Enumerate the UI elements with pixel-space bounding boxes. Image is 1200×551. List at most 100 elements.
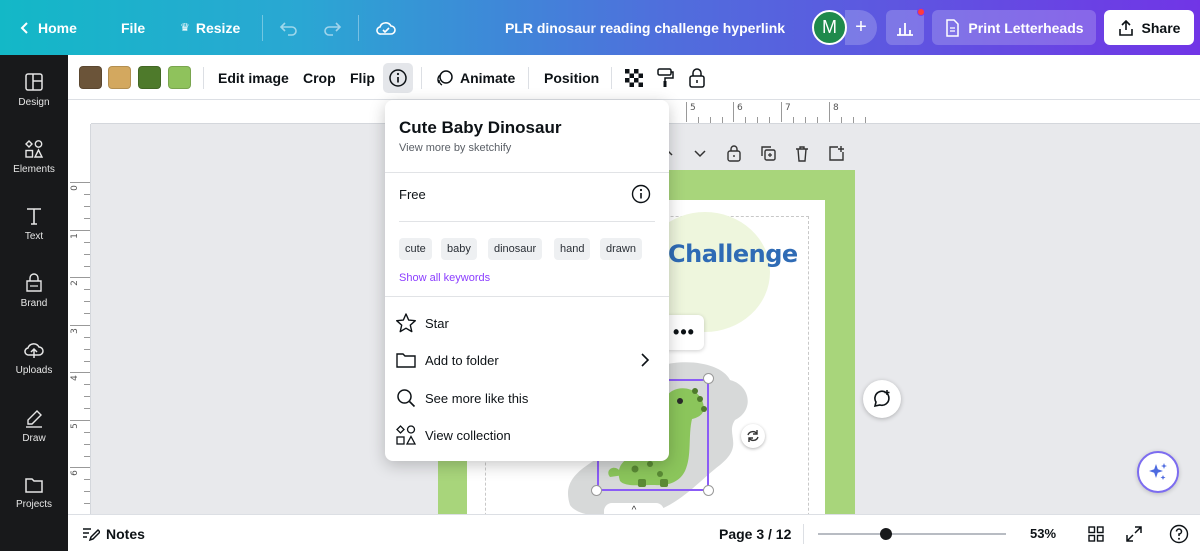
home-label: Home	[38, 19, 77, 36]
trash-icon	[796, 145, 808, 162]
position-button[interactable]: Position	[544, 55, 599, 100]
redo-button[interactable]	[322, 0, 342, 55]
keyword-chip[interactable]: drawn	[600, 238, 642, 260]
zoom-level[interactable]: 53%	[1030, 515, 1056, 551]
zoom-slider[interactable]	[818, 533, 1006, 535]
resize-handle[interactable]	[703, 373, 714, 384]
lock-button[interactable]	[688, 55, 706, 100]
ruler-label: 4	[69, 375, 80, 381]
comment-plus-icon	[873, 390, 890, 408]
move-down-button[interactable]	[692, 142, 708, 164]
sidebar-item-brand[interactable]: Brand	[0, 261, 68, 321]
print-letterheads-button[interactable]: Print Letterheads	[932, 10, 1096, 45]
animate-icon	[437, 69, 453, 86]
document-title[interactable]: PLR dinosaur reading challenge hyperlink	[500, 0, 790, 55]
info-button[interactable]	[383, 63, 413, 93]
bar-chart-icon	[897, 22, 913, 36]
print-label: Print Letterheads	[968, 19, 1084, 36]
sidebar-item-elements[interactable]: Elements	[0, 127, 68, 187]
fullscreen-button[interactable]	[1123, 523, 1145, 545]
ruler-minor-tick	[865, 117, 866, 123]
ruler-minor-tick	[84, 253, 90, 255]
grid-view-button[interactable]	[1085, 523, 1107, 545]
divider	[528, 67, 529, 89]
divider	[203, 67, 204, 89]
page-heading-text[interactable]: Challenge	[668, 240, 798, 268]
top-bar: Home File ♛ Resize PLR dinosaur reading …	[0, 0, 1200, 55]
copy-style-button[interactable]	[656, 55, 674, 100]
ruler-label: 1	[69, 232, 80, 239]
ruler-minor-tick	[84, 301, 90, 302]
animate-button[interactable]: Animate	[436, 55, 515, 100]
share-button[interactable]: Share	[1104, 10, 1194, 45]
color-swatch[interactable]	[168, 66, 191, 89]
crop-button[interactable]: Crop	[303, 55, 336, 100]
resize-handle[interactable]	[591, 485, 602, 496]
ruler-minor-tick	[805, 117, 806, 123]
page-indicator[interactable]: Page 3 / 12	[719, 515, 791, 551]
more-options-button[interactable]: •••	[664, 315, 704, 350]
see-more-like-this-action[interactable]: See more like this	[395, 381, 659, 415]
ruler-minor-tick	[84, 443, 90, 445]
ruler-minor-tick	[84, 336, 90, 338]
ruler-label: 3	[69, 327, 80, 334]
ruler-minor-tick	[757, 117, 758, 123]
transparency-button[interactable]	[624, 55, 644, 100]
sidebar-item-design[interactable]: Design	[0, 60, 68, 120]
sidebar-item-text[interactable]: Text	[0, 194, 68, 254]
share-label: Share	[1141, 19, 1181, 36]
ruler-label: 2	[69, 280, 80, 286]
file-menu-button[interactable]: File	[121, 0, 145, 55]
magic-assistant-button[interactable]	[1137, 451, 1179, 493]
add-collaborator-button[interactable]: +	[845, 10, 877, 45]
home-button[interactable]: Home	[18, 0, 77, 55]
show-all-keywords-link[interactable]: Show all keywords	[399, 272, 490, 284]
edit-image-button[interactable]: Edit image	[218, 55, 289, 100]
sparkles-icon	[1149, 463, 1167, 480]
ruler-minor-tick	[84, 289, 90, 290]
add-comment-button[interactable]	[863, 380, 901, 418]
add-page-button[interactable]	[828, 142, 845, 164]
action-label: Add to folder	[425, 352, 499, 368]
color-swatch[interactable]	[79, 66, 102, 89]
info-icon	[389, 69, 407, 87]
resize-button[interactable]: ♛ Resize	[180, 0, 240, 55]
help-icon	[1169, 524, 1189, 544]
delete-page-button[interactable]	[794, 142, 810, 164]
sidebar-item-projects[interactable]: Projects	[0, 463, 68, 523]
undo-button[interactable]	[279, 0, 299, 55]
ruler-label: 5	[69, 422, 80, 429]
keyword-chip[interactable]: hand	[554, 238, 591, 260]
view-collection-action[interactable]: View collection	[395, 418, 659, 452]
add-to-folder-action[interactable]: Add to folder	[395, 343, 659, 377]
creator-link[interactable]: View more by sketchify	[399, 142, 511, 154]
help-button[interactable]	[1168, 523, 1190, 545]
keyword-chip[interactable]: dinosaur	[488, 238, 543, 260]
color-swatch[interactable]	[138, 66, 161, 89]
ruler-minor-tick	[84, 313, 90, 314]
transparency-icon	[625, 68, 643, 87]
draw-icon	[26, 410, 42, 428]
divider	[421, 67, 422, 89]
save-status-button[interactable]	[375, 0, 397, 55]
ruler-minor-tick	[722, 117, 723, 123]
avatar[interactable]: M	[812, 10, 847, 45]
keyword-chip[interactable]: baby	[441, 238, 477, 260]
collection-icon	[396, 425, 417, 445]
ruler-label: 5	[690, 103, 696, 113]
ruler-minor-tick	[84, 396, 90, 397]
rotate-button[interactable]	[741, 424, 765, 448]
zoom-slider-thumb[interactable]	[879, 528, 892, 540]
flip-button[interactable]: Flip	[350, 55, 375, 100]
color-swatch[interactable]	[108, 66, 131, 89]
star-action[interactable]: Star	[395, 306, 659, 340]
resize-handle[interactable]	[703, 485, 714, 496]
duplicate-page-button[interactable]	[760, 142, 777, 164]
notes-button[interactable]: Notes	[82, 515, 145, 551]
sidebar-item-uploads[interactable]: Uploads	[0, 328, 68, 388]
lock-page-button[interactable]	[726, 142, 742, 164]
sidebar-item-draw[interactable]: Draw	[0, 396, 68, 456]
action-label: See more like this	[425, 390, 529, 406]
keyword-chip[interactable]: cute	[399, 238, 432, 260]
license-info-button[interactable]	[631, 184, 651, 204]
